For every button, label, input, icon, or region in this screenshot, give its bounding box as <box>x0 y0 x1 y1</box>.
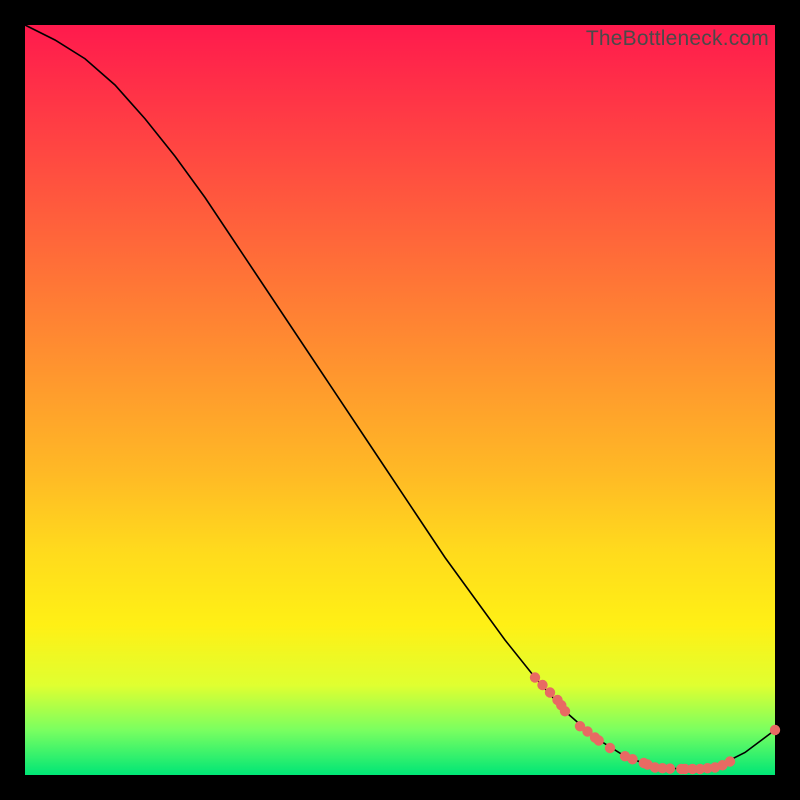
chart-frame: TheBottleneck.com <box>25 25 775 775</box>
data-point <box>594 735 604 745</box>
data-point <box>770 725 780 735</box>
data-point <box>605 743 615 753</box>
data-point <box>627 754 637 764</box>
curve-line <box>25 25 775 769</box>
data-point <box>530 672 540 682</box>
data-point <box>537 680 547 690</box>
data-point <box>545 687 555 697</box>
data-point <box>560 706 570 716</box>
data-point <box>665 763 675 773</box>
data-point <box>725 756 735 766</box>
chart-overlay <box>25 25 775 775</box>
data-markers <box>530 672 780 774</box>
